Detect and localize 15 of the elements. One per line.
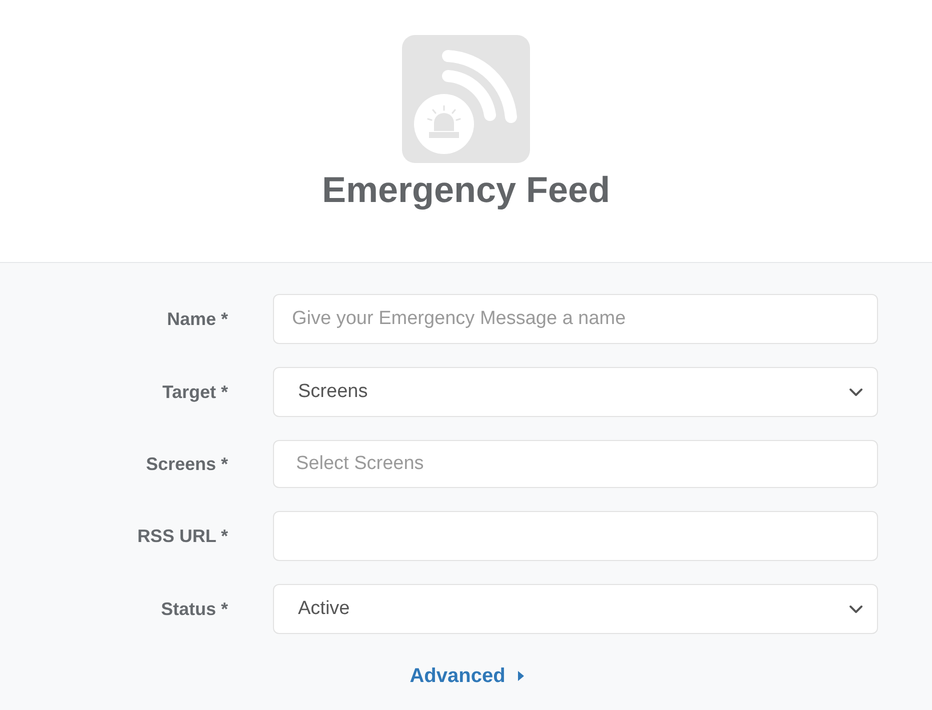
- siren-signal-icon: [402, 35, 530, 163]
- field-label: Target *: [162, 381, 228, 403]
- multiselect-field[interactable]: Select Screens: [273, 440, 878, 488]
- select-dropdown[interactable]: Screens: [273, 367, 878, 417]
- field-label: Name *: [166, 308, 228, 330]
- page-title: Emergency Feed: [322, 169, 610, 211]
- chevron-down-icon: [849, 604, 863, 614]
- input-field[interactable]: Give your Emergency Message a name: [273, 294, 878, 344]
- input-field[interactable]: [273, 511, 878, 561]
- field-label: Status *: [160, 598, 228, 620]
- field-label: Screens *: [146, 453, 228, 475]
- select-dropdown[interactable]: Active: [273, 584, 878, 634]
- chevron-down-icon: [849, 388, 863, 396]
- field-label: RSS URL *: [137, 525, 228, 547]
- advanced-link[interactable]: Advanced: [410, 664, 524, 688]
